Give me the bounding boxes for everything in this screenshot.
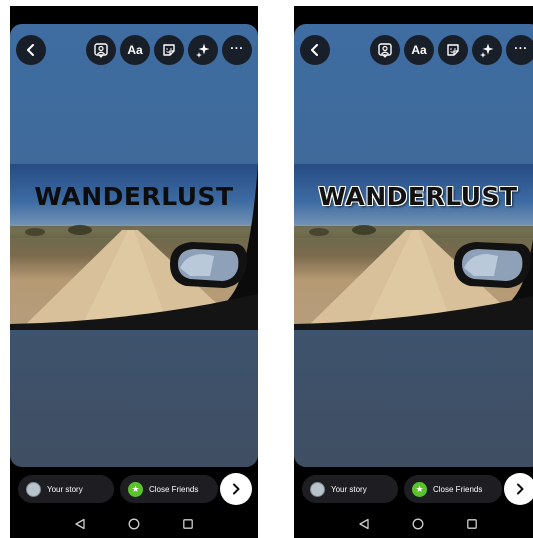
chevron-right-icon [517,483,524,495]
close-friends-label: Close Friends [433,484,483,494]
circle-home-icon[interactable] [128,518,140,530]
star-icon: ★ [412,481,427,497]
close-friends-label: Close Friends [149,484,199,494]
mention-button[interactable] [86,35,116,65]
sparkles-icon [196,43,210,58]
story-toolbar: Aa ··· [10,34,258,66]
chevron-left-icon [311,44,318,56]
mention-button[interactable] [370,35,400,65]
sparkles-icon [480,43,494,58]
circle-home-icon[interactable] [412,518,424,530]
text-tool-label: Aa [411,43,427,57]
sticker-button[interactable] [438,35,468,65]
person-tag-icon [94,43,108,58]
avatar [26,481,41,497]
next-button[interactable] [220,473,252,505]
back-button[interactable] [16,35,46,65]
square-recent-icon[interactable] [466,518,478,530]
text-tool-button[interactable]: Aa [404,35,434,65]
story-editor-right: Aa ··· WANDERLUST Your story ★ Close Fri… [294,6,533,538]
close-friends-button[interactable]: ★ Close Friends [404,475,502,503]
road-photo: WANDERLUST [294,164,533,330]
person-tag-icon [378,43,392,58]
star-icon: ★ [128,481,143,497]
overlay-text[interactable]: WANDERLUST [294,182,533,211]
triangle-back-icon[interactable] [358,518,370,530]
share-bar: Your story ★ Close Friends [294,472,533,508]
road-photo: WANDERLUST [10,164,258,330]
text-tool-label: Aa [127,43,143,57]
share-bar: Your story ★ Close Friends [10,472,258,508]
back-button[interactable] [300,35,330,65]
triangle-back-icon[interactable] [74,518,86,530]
more-dots-icon: ··· [514,41,528,55]
chevron-left-icon [27,44,34,56]
close-friends-button[interactable]: ★ Close Friends [120,475,218,503]
story-toolbar: Aa ··· [294,34,533,66]
system-nav-bar [10,512,258,538]
your-story-label: Your story [331,484,367,494]
story-editor-left: Aa ··· WANDERLUST Your story ★ Close Fri… [10,6,258,538]
avatar [310,481,325,497]
chevron-right-icon [233,483,240,495]
your-story-button[interactable]: Your story [18,475,114,503]
system-nav-bar [294,512,533,538]
effects-button[interactable] [472,35,502,65]
your-story-label: Your story [47,484,83,494]
sticker-icon [163,44,175,56]
sticker-button[interactable] [154,35,184,65]
your-story-button[interactable]: Your story [302,475,398,503]
more-button[interactable]: ··· [506,35,533,65]
sticker-icon [447,44,459,56]
next-button[interactable] [504,473,533,505]
text-tool-button[interactable]: Aa [120,35,150,65]
more-button[interactable]: ··· [222,35,252,65]
more-dots-icon: ··· [230,41,244,55]
effects-button[interactable] [188,35,218,65]
overlay-text[interactable]: WANDERLUST [10,182,258,211]
square-recent-icon[interactable] [182,518,194,530]
